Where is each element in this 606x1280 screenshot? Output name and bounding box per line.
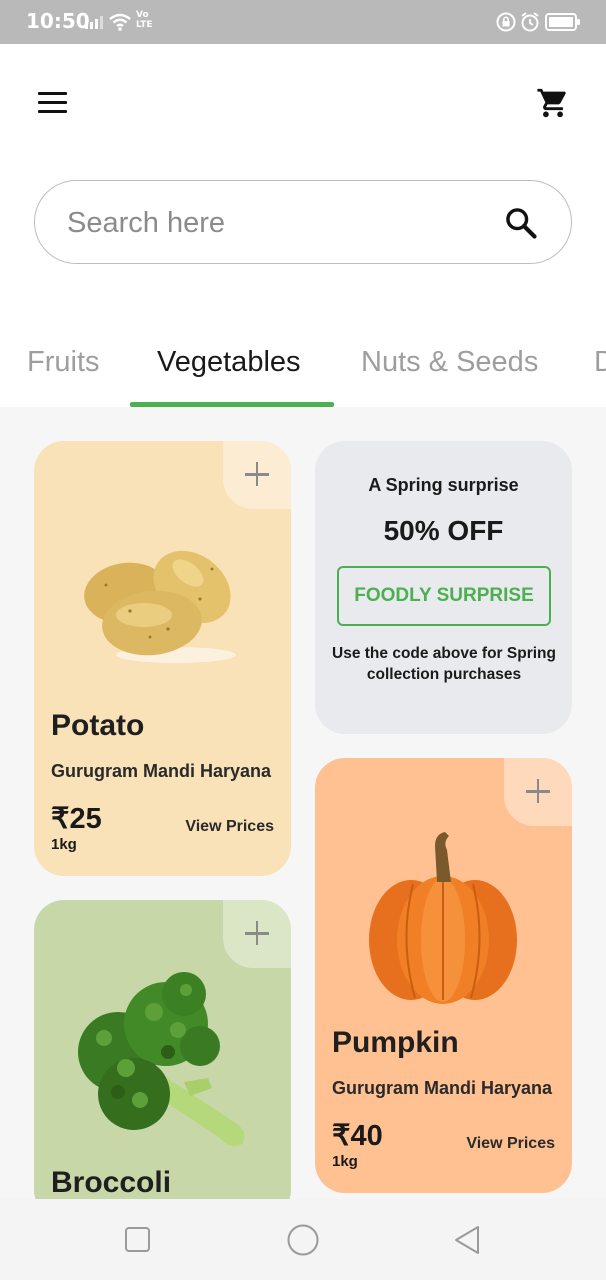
lock-icon	[496, 12, 516, 32]
tab-vegetables[interactable]: Vegetables	[157, 346, 301, 379]
tab-nuts-seeds[interactable]: Nuts & Seeds	[361, 346, 538, 379]
back-triangle-icon[interactable]	[452, 1224, 482, 1256]
status-bar: 10:50 Vo LTE	[0, 0, 606, 44]
add-to-cart-button[interactable]	[504, 758, 572, 826]
product-card-broccoli[interactable]: Broccoli	[34, 900, 291, 1199]
product-unit: 1kg	[51, 836, 77, 853]
product-card-pumpkin[interactable]: Pumpkin Gurugram Mandi Haryana ₹40 1kg V…	[315, 758, 572, 1193]
tab-partial[interactable]: D	[594, 346, 606, 379]
view-prices-link[interactable]: View Prices	[466, 1135, 555, 1153]
promo-code-button[interactable]: FOODLY SURPRISE	[337, 566, 551, 626]
shopping-cart-icon[interactable]	[536, 86, 570, 120]
product-card-potato[interactable]: Potato Gurugram Mandi Haryana ₹25 1kg Vi…	[34, 441, 291, 876]
add-to-cart-button[interactable]	[223, 900, 291, 968]
category-tabs: Fruits Vegetables Nuts & Seeds D	[0, 330, 606, 408]
product-name: Broccoli	[51, 1166, 172, 1199]
pumpkin-image	[369, 832, 517, 1004]
battery-icon	[545, 13, 580, 31]
recents-square-icon[interactable]	[124, 1226, 152, 1254]
promo-title: A Spring surprise	[368, 475, 519, 495]
search-bar	[34, 180, 572, 264]
volte-label: Vo LTE	[136, 10, 153, 30]
potato-image	[84, 550, 236, 663]
product-price: ₹40	[332, 1120, 383, 1152]
signal-icon	[85, 16, 103, 29]
product-name: Pumpkin	[332, 1026, 459, 1059]
product-price: ₹25	[51, 803, 102, 835]
add-to-cart-button[interactable]	[223, 441, 291, 509]
product-name: Potato	[51, 709, 145, 742]
search-input[interactable]	[67, 201, 487, 245]
tab-fruits[interactable]: Fruits	[27, 346, 100, 379]
home-circle-icon[interactable]	[286, 1223, 320, 1257]
promo-card: A Spring surprise 50% OFF FOODLY SURPRIS…	[315, 441, 572, 734]
product-origin: Gurugram Mandi Haryana	[332, 1078, 553, 1098]
hamburger-menu-icon[interactable]	[38, 92, 68, 114]
system-nav-bar	[0, 1199, 606, 1280]
wifi-icon	[109, 13, 131, 31]
app-bar	[0, 44, 606, 164]
promo-description: Use the code above for Spring collection…	[332, 645, 556, 683]
search-icon[interactable]	[503, 205, 539, 241]
product-grid: Potato Gurugram Mandi Haryana ₹25 1kg Vi…	[0, 407, 606, 1199]
view-prices-link[interactable]: View Prices	[185, 818, 274, 836]
alarm-icon	[521, 12, 539, 32]
product-origin: Gurugram Mandi Haryana	[51, 761, 272, 781]
status-time: 10:50	[26, 9, 90, 33]
product-unit: 1kg	[332, 1153, 358, 1170]
broccoli-image	[78, 972, 245, 1146]
promo-discount: 50% OFF	[383, 515, 504, 546]
